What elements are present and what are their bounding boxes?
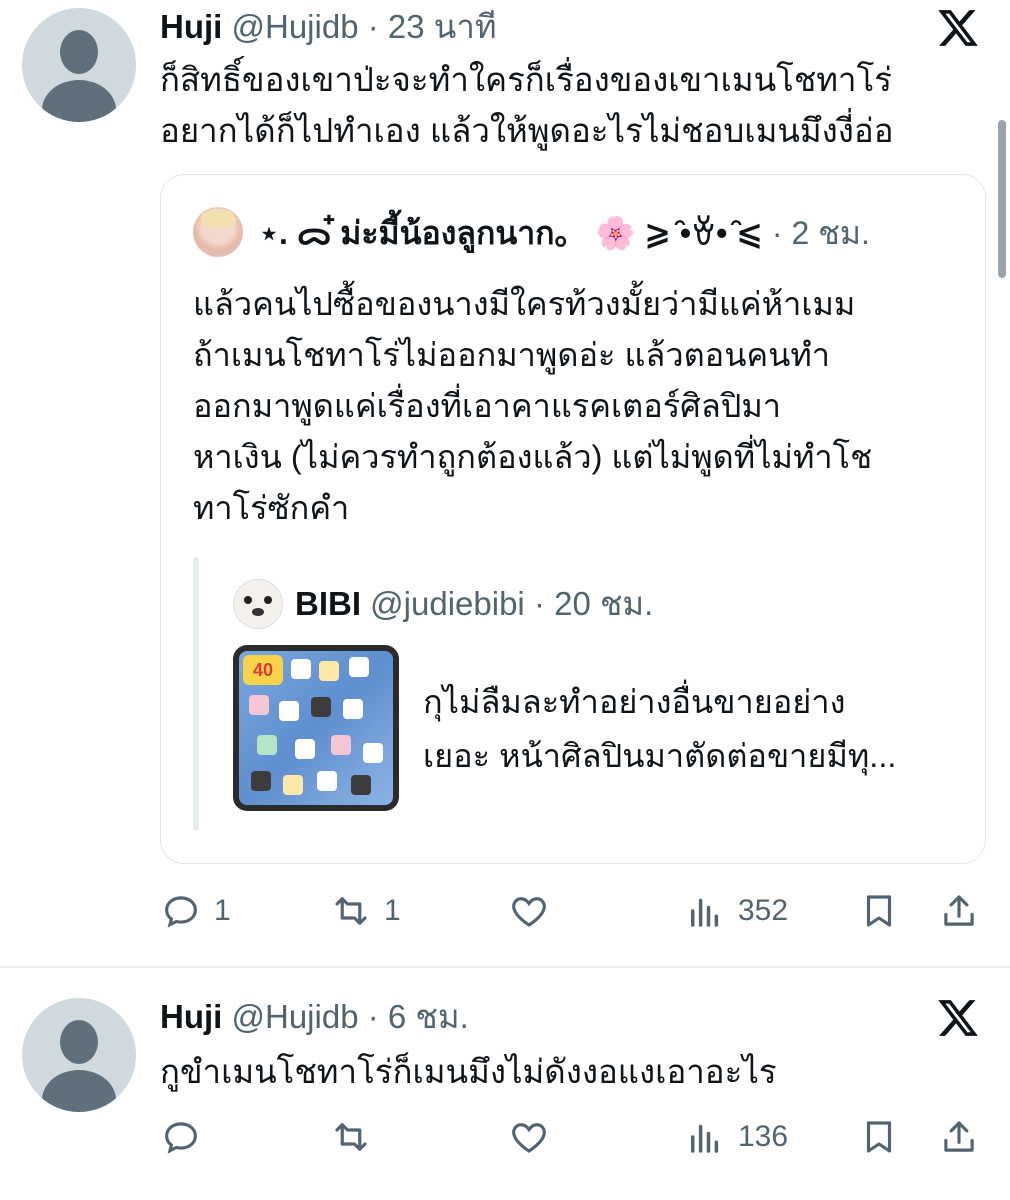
avatar-body-shape	[42, 80, 116, 122]
nested-header: BIBI @judiebibi · 20 ชม.	[295, 583, 653, 625]
quote-tweet-card[interactable]: ⋆. ᯅ ໋ม่ะมี้น้องลูกนาก。 🌸 ⩾ ̑•ꈊ• ̑⩽ · 2 …	[160, 174, 986, 864]
reply-count: 1	[214, 894, 231, 927]
bookmark-button[interactable]	[858, 1112, 900, 1162]
nested-quote-bar	[193, 557, 199, 831]
avatar-body-shape	[42, 1070, 116, 1112]
sticker-tile	[251, 771, 271, 791]
bookmark-icon	[866, 895, 892, 927]
scrollbar[interactable]	[998, 120, 1006, 278]
like-icon	[512, 897, 546, 927]
bookmark-icon	[866, 1121, 892, 1153]
timestamp[interactable]: 6 ชม.	[388, 998, 469, 1035]
repost-icon	[335, 897, 367, 925]
quote-timestamp: 2 ชม.	[791, 215, 870, 251]
views-icon	[691, 898, 719, 927]
like-button[interactable]	[508, 886, 562, 936]
sticker-tile	[317, 771, 337, 791]
reply-icon	[165, 896, 197, 928]
sticker-tile	[343, 699, 363, 719]
repost-icon	[335, 1123, 367, 1151]
sticker-tile	[351, 775, 371, 795]
action-bar: 1 1 352	[160, 886, 986, 936]
quote-author-name[interactable]: ⋆. ᯅ ໋ม่ะมี้น้องลูกนาก。 🌸 ⩾ ̑•ꈊ• ̑⩽	[259, 215, 763, 251]
views-count: 136	[738, 1120, 789, 1153]
tweet-divider	[0, 966, 1010, 968]
x-logo-icon	[936, 996, 980, 1040]
views-button[interactable]: 352	[684, 886, 788, 936]
quote-author-avatar[interactable]	[193, 207, 243, 257]
avatar[interactable]	[22, 998, 136, 1112]
thumbnail-badge: 40	[243, 655, 283, 685]
sticker-tile	[349, 657, 369, 677]
nested-author-name[interactable]: BIBI	[295, 585, 361, 622]
bookmark-button[interactable]	[858, 886, 900, 936]
share-icon	[944, 1121, 974, 1152]
separator-dot: ·	[771, 215, 783, 251]
quote-text: แล้วคนไปซื้อของนางมีใครท้วงมั้ยว่ามีแค่ห…	[193, 286, 873, 526]
sticker-tile	[291, 659, 311, 679]
sticker-tile	[257, 735, 277, 755]
repost-button[interactable]	[330, 1112, 372, 1162]
nested-author-avatar[interactable]	[233, 579, 283, 629]
nested-text: กุไม่ลืมละทำอย่างอื่นขายอย่าง เยอะ หน้าศ…	[423, 684, 897, 774]
tweet-text: กูขำเมนโชทาโร่ก็เมนมึงไม่ดังงอแงเอาอะไร	[160, 1053, 777, 1090]
like-button[interactable]	[508, 1112, 550, 1162]
sticker-tile	[319, 661, 339, 681]
share-button[interactable]	[938, 886, 980, 936]
tweet-2[interactable]: Huji @Hujidb · 6 ชม. กูขำเมนโชทาโร่ก็เมน…	[0, 990, 1010, 1200]
sticker-tile	[295, 739, 315, 759]
reply-icon	[165, 1122, 197, 1154]
views-icon	[691, 1124, 719, 1153]
tweet-header: Huji @Hujidb · 6 ชม.	[160, 996, 469, 1038]
avatar-head-shape	[60, 1020, 98, 1064]
avatar[interactable]	[22, 8, 136, 122]
sticker-tile	[331, 735, 351, 755]
display-name[interactable]: Huji	[160, 998, 222, 1035]
avatar-head-shape	[60, 30, 98, 74]
views-button[interactable]: 136	[684, 1112, 788, 1162]
separator-dot: ·	[367, 8, 379, 45]
thumbnail-image: 40	[239, 651, 393, 805]
nested-media-thumbnail[interactable]: 40	[233, 645, 399, 811]
repost-button[interactable]: 1	[330, 886, 401, 936]
like-icon	[512, 1123, 546, 1153]
tweet-1[interactable]: Huji @Hujidb · 23 นาที ก็สิทธิ์ของเขาป่ะ…	[0, 0, 1010, 966]
sticker-tile	[283, 775, 303, 795]
action-bar: 136	[160, 1112, 986, 1162]
tweet-header: Huji @Hujidb · 23 นาที	[160, 6, 497, 48]
views-count: 352	[738, 894, 789, 927]
display-name[interactable]: Huji	[160, 8, 222, 45]
timestamp[interactable]: 23 นาที	[388, 8, 497, 45]
separator-dot: ·	[367, 998, 379, 1035]
sticker-tile	[249, 695, 269, 715]
nested-author-handle[interactable]: @judiebibi	[370, 585, 525, 622]
sticker-tile	[279, 701, 299, 721]
quote-header: ⋆. ᯅ ໋ม่ะมี้น้องลูกนาก。 🌸 ⩾ ̑•ꈊ• ̑⩽ · 2 …	[259, 213, 870, 253]
handle[interactable]: @Hujidb	[232, 8, 359, 45]
share-button[interactable]	[938, 1112, 980, 1162]
sticker-tile	[311, 697, 331, 717]
handle[interactable]: @Hujidb	[232, 998, 359, 1035]
tweet-text: ก็สิทธิ์ของเขาป่ะจะทำใครก็เรื่องของเขาเม…	[160, 61, 894, 149]
x-logo-icon	[936, 6, 980, 50]
reply-button[interactable]: 1	[160, 886, 231, 936]
repost-count: 1	[384, 894, 401, 927]
share-icon	[944, 895, 974, 926]
separator-dot: ·	[533, 585, 545, 622]
sticker-tile	[363, 743, 383, 763]
reply-button[interactable]	[160, 1112, 202, 1162]
nested-timestamp: 20 ชม.	[554, 585, 654, 622]
